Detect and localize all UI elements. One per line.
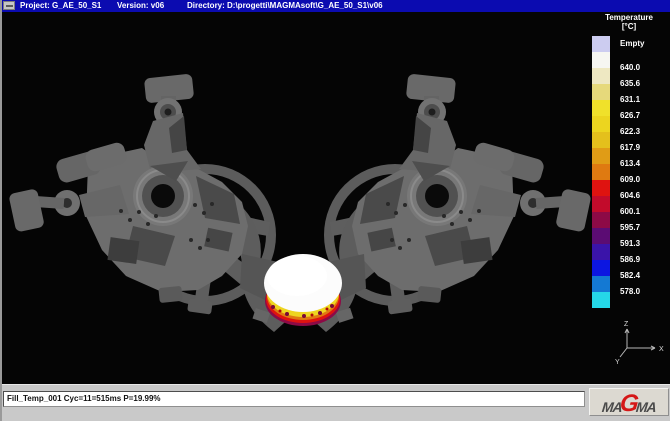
axis-y-label: Y — [615, 359, 620, 366]
legend-color-block — [592, 228, 610, 244]
legend-label: 600.1 — [620, 207, 640, 217]
legend-title: Temperature [°C] — [590, 13, 668, 31]
legend-label: Empty — [620, 39, 644, 49]
legend-color-block — [592, 260, 610, 276]
magma-logo-text-right: MA — [636, 401, 657, 413]
axis-z-label: Z — [624, 321, 629, 328]
legend-color-block — [592, 212, 610, 228]
legend-label: 582.4 — [620, 271, 640, 281]
legend-color-block — [592, 68, 610, 84]
legend-color-block — [592, 100, 610, 116]
legend-color-block — [592, 164, 610, 180]
magmasoft-window: Project: G_AE_50_S1 Version: v06 Directo… — [0, 0, 670, 421]
temperature-legend: Temperature [°C] Empty 640.0 635.6 631.1 626… — [590, 13, 668, 316]
legend-label: 578.0 — [620, 287, 640, 297]
legend-color-block — [592, 132, 610, 148]
legend-label: 604.6 — [620, 191, 640, 201]
legend-color-block — [592, 244, 610, 260]
scene-canvas: Z X Y — [2, 12, 670, 384]
project-label: Project: G_AE_50_S1 — [20, 0, 101, 12]
legend-label: 635.6 — [620, 79, 640, 89]
legend-label: 622.3 — [620, 127, 640, 137]
legend-color-block — [592, 148, 610, 164]
legend-labels: Empty 640.0 635.6 631.1 626.7 622.3 617.9 613.4… — [620, 36, 666, 312]
main-viewport[interactable]: Z X Y Temperature [°C] Empty 640.0 635.6 63… — [2, 12, 670, 384]
legend-color-block — [592, 84, 610, 100]
legend-color-block — [592, 116, 610, 132]
legend-label: 631.1 — [620, 95, 640, 105]
biscuit — [240, 254, 366, 326]
legend-label: 617.9 — [620, 143, 640, 153]
version-label: Version: v06 — [117, 0, 164, 12]
legend-color-block — [592, 196, 610, 212]
legend-label: 613.4 — [620, 159, 640, 169]
directory-label: Directory: D:\progetti\MAGMAsoft\G_AE_50… — [187, 0, 383, 12]
legend-color-block — [592, 180, 610, 196]
legend-color-block — [592, 276, 610, 292]
legend-color-block — [592, 36, 610, 52]
legend-colorbar-wrap: Empty 640.0 635.6 631.1 626.7 622.3 617.9 613.4… — [590, 36, 668, 316]
axis-triad-icon: Z X Y — [615, 321, 664, 366]
window-menu-dash-icon — [6, 5, 13, 7]
legend-color-block — [592, 292, 610, 308]
axis-x-label: X — [659, 346, 664, 353]
magma-logo: MA G MA — [589, 388, 669, 416]
legend-label: 640.0 — [620, 63, 640, 73]
legend-label: 591.3 — [620, 239, 640, 249]
legend-colorbar — [592, 36, 610, 308]
legend-label: 595.7 — [620, 223, 640, 233]
legend-color-block — [592, 52, 610, 68]
status-bar: Fill_Temp_001 Cyc=11=515ms P=19.99% MA G… — [2, 384, 670, 421]
title-bar: Project: G_AE_50_S1 Version: v06 Directo… — [2, 0, 670, 12]
legend-label: 609.0 — [620, 175, 640, 185]
window-menu-icon[interactable] — [3, 1, 15, 10]
legend-title-line2: [°C] — [590, 22, 668, 31]
legend-label: 586.9 — [620, 255, 640, 265]
legend-title-line1: Temperature — [590, 13, 668, 22]
result-status-field[interactable]: Fill_Temp_001 Cyc=11=515ms P=19.99% — [3, 391, 585, 407]
legend-label: 626.7 — [620, 111, 640, 121]
